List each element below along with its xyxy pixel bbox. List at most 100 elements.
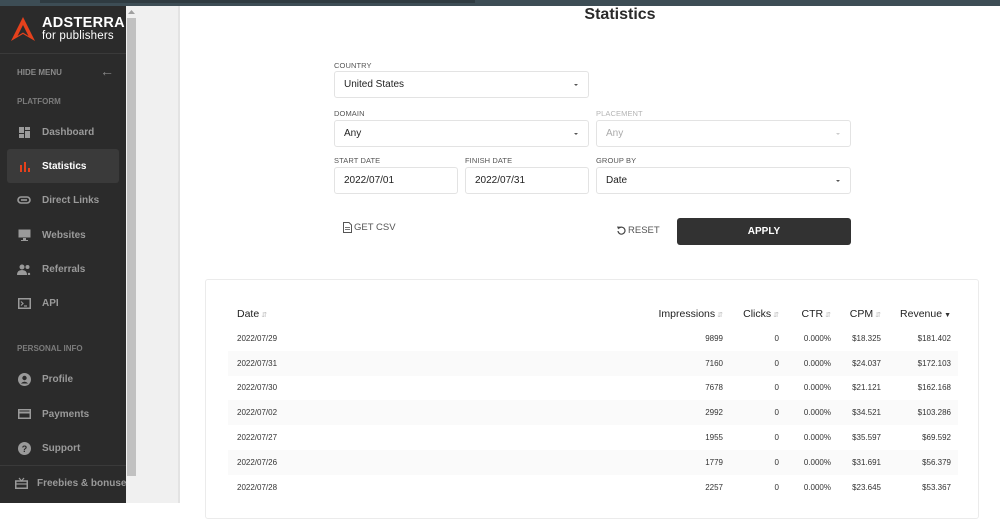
country-select[interactable]: United States (334, 71, 589, 98)
domain-label: DOMAIN (334, 109, 365, 118)
caret-down-icon (836, 180, 840, 182)
caret-down-icon (574, 133, 578, 135)
cell-date: 2022/07/30 (237, 383, 278, 393)
apply-button[interactable]: APPLY (677, 218, 851, 245)
cell-revenue: $181.402 (917, 333, 951, 343)
reset-label: RESET (628, 225, 660, 236)
placement-select[interactable]: Any (596, 120, 851, 147)
logo[interactable]: ADSTERRA for publishers (0, 6, 126, 54)
sidebar-item-label: Referrals (42, 263, 86, 275)
cell-impressions: 9899 (705, 333, 723, 343)
cell-impressions: 1779 (628, 449, 730, 475)
sidebar-item-label: API (42, 297, 59, 309)
credit-card-icon (15, 409, 33, 419)
sidebar-item-api[interactable]: API (7, 286, 119, 320)
sort-icon: ⇵ (773, 312, 779, 319)
finish-date-value: 2022/07/31 (475, 175, 526, 186)
get-csv-button[interactable]: GET CSV (343, 222, 396, 233)
cell-ctr: 0.000% (786, 449, 838, 475)
sidebar-item-label: Support (42, 442, 81, 454)
sidebar: ADSTERRA for publishers HIDE MENU ← PLAT… (0, 6, 126, 503)
start-date-value: 2022/07/01 (344, 175, 395, 186)
group-by-value: Date (606, 175, 628, 186)
table-header-row: Date ⇵ Impressions ⇵ Clicks ⇵ CTR ⇵ CPM ⇵ Rev… (228, 302, 958, 326)
domain-select[interactable]: Any (334, 120, 589, 147)
column-header-date[interactable]: Date ⇵ (228, 302, 628, 326)
cell-revenue: $103.286 (888, 400, 958, 426)
sidebar-item-support[interactable]: ? Support (7, 431, 119, 465)
column-header-revenue[interactable]: Revenue ▼ (888, 302, 958, 326)
cell-cpm: $23.645 (852, 482, 881, 492)
group-by-select[interactable]: Date (596, 167, 851, 194)
table-row: 2022/07/29 9899 0 0.000% $18.325 $181.402 (228, 326, 958, 351)
cell-clicks: 0 (774, 482, 779, 492)
sidebar-item-referrals[interactable]: Referrals (7, 252, 119, 286)
help-icon: ? (15, 441, 33, 455)
sidebar-item-dashboard[interactable]: Dashboard (7, 115, 119, 149)
cell-ctr: 0.000% (803, 333, 831, 343)
cell-ctr: 0.000% (803, 433, 831, 443)
cell-impressions: 1955 (705, 433, 723, 443)
sidebar-item-payments[interactable]: Payments (7, 397, 119, 431)
arrow-left-icon[interactable]: ← (100, 63, 114, 79)
sidebar-item-label: Payments (42, 408, 90, 420)
cell-revenue: $172.103 (888, 350, 958, 376)
sidebar-item-websites[interactable]: Websites (7, 218, 119, 252)
group-by-label: GROUP BY (596, 156, 637, 165)
column-header-impressions[interactable]: Impressions ⇵ (628, 302, 730, 326)
sidebar-item-label: Statistics (42, 160, 87, 172)
statistics-table: Date ⇵ Impressions ⇵ Clicks ⇵ CTR ⇵ CPM ⇵ Rev… (228, 302, 958, 500)
cell-ctr: 0.000% (803, 482, 831, 492)
sort-icon: ⇵ (825, 312, 831, 319)
browser-tab-strip (40, 0, 475, 3)
people-icon (15, 264, 33, 275)
terminal-icon (15, 297, 33, 309)
cell-cpm: $31.691 (838, 449, 888, 475)
sidebar-item-label: Dashboard (42, 126, 95, 138)
section-platform: PLATFORM (17, 97, 61, 106)
cell-ctr: 0.000% (803, 383, 831, 393)
cell-cpm: $35.597 (852, 433, 881, 443)
column-header-clicks[interactable]: Clicks ⇵ (730, 302, 786, 326)
cell-impressions: 7160 (628, 350, 730, 376)
statistics-table-card: Date ⇵ Impressions ⇵ Clicks ⇵ CTR ⇵ CPM ⇵ Rev… (205, 279, 979, 519)
finish-date-input[interactable]: 2022/07/31 (465, 167, 589, 194)
cell-revenue: $69.592 (922, 433, 951, 443)
cell-ctr: 0.000% (786, 400, 838, 426)
file-document-icon (343, 222, 352, 233)
cell-date: 2022/07/28 (237, 482, 278, 492)
column-header-ctr[interactable]: CTR ⇵ (786, 302, 838, 326)
column-header-cpm[interactable]: CPM ⇵ (838, 302, 888, 326)
cell-clicks: 0 (774, 433, 779, 443)
caret-down-icon (836, 133, 840, 135)
reset-button[interactable]: RESET (617, 225, 660, 236)
scroll-up-arrow-icon[interactable] (128, 10, 135, 14)
table-row: 2022/07/26 1779 0 0.000% $31.691 $56.379 (228, 449, 958, 475)
cell-date: 2022/07/02 (228, 400, 628, 426)
svg-text:?: ? (21, 444, 27, 454)
country-value: United States (344, 79, 405, 90)
finish-date-label: FINISH DATE (465, 156, 513, 165)
sidebar-scrollbar[interactable] (126, 6, 137, 503)
sort-icon: ⇵ (717, 312, 723, 319)
brand-name: ADSTERRA (42, 15, 125, 31)
sidebar-item-freebies[interactable]: Freebies & bonuses (7, 466, 126, 500)
cell-clicks: 0 (730, 449, 786, 475)
cell-date: 2022/07/29 (237, 333, 278, 343)
domain-value: Any (344, 128, 362, 139)
adsterra-logo-icon (11, 17, 35, 41)
sidebar-item-statistics[interactable]: Statistics (7, 149, 119, 183)
table-row: 2022/07/02 2992 0 0.000% $34.521 $103.286 (228, 400, 958, 426)
sidebar-item-profile[interactable]: Profile (7, 362, 119, 396)
placement-value: Any (606, 128, 624, 139)
sidebar-item-direct-links[interactable]: Direct Links (7, 183, 119, 217)
start-date-input[interactable]: 2022/07/01 (334, 167, 458, 194)
sort-icon: ⇵ (875, 312, 881, 319)
reset-icon (617, 226, 626, 235)
hide-menu-button[interactable]: HIDE MENU (17, 68, 62, 77)
scrollbar-thumb[interactable] (127, 18, 136, 476)
gift-icon (15, 477, 28, 489)
placement-label: PLACEMENT (596, 109, 643, 118)
link-icon (15, 196, 33, 204)
sort-icon: ⇵ (261, 312, 268, 319)
